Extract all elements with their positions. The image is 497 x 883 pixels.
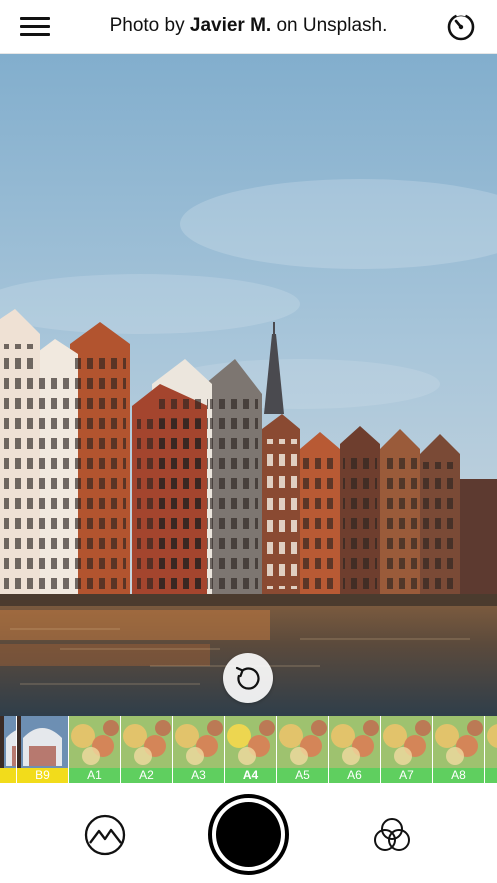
title-suffix: on Unsplash. [276, 15, 388, 36]
filter-label [485, 768, 497, 783]
filter-strip[interactable]: B9 A1 A2 A3 A4 A5 A6 A7 A8 [0, 716, 497, 783]
filter-label: A6 [329, 768, 380, 783]
filter-label: A4 [225, 768, 276, 783]
color-circles-icon[interactable] [371, 814, 413, 856]
filter-label: B9 [17, 768, 68, 783]
shutter-button[interactable] [208, 794, 289, 875]
filter-a3[interactable]: A3 [173, 716, 225, 783]
filter-thumbnail [17, 716, 68, 768]
filter-thumbnail [173, 716, 224, 768]
filter-thumbnail [225, 716, 276, 768]
filter-partial[interactable] [485, 716, 497, 783]
photo-credit-title: Photo by Javier M. on Unsplash. [70, 15, 427, 37]
filter-thumbnail [277, 716, 328, 768]
timer-icon[interactable] [445, 10, 477, 42]
filter-b9[interactable]: B9 [17, 716, 69, 783]
filter-thumbnail [433, 716, 484, 768]
title-prefix: Photo by [109, 15, 185, 36]
photo-preview[interactable] [0, 54, 497, 716]
filter-a6[interactable]: A6 [329, 716, 381, 783]
filter-label: A5 [277, 768, 328, 783]
top-bar: Photo by Javier M. on Unsplash. [0, 0, 497, 54]
filter-thumbnail [485, 716, 497, 768]
filter-label [0, 768, 16, 783]
filter-thumbnail [0, 716, 16, 768]
filter-a8[interactable]: A8 [433, 716, 485, 783]
shutter-inner [216, 802, 281, 867]
bottom-toolbar [0, 783, 497, 883]
filter-label: A1 [69, 768, 120, 783]
filter-label: A3 [173, 768, 224, 783]
filter-thumbnail [381, 716, 432, 768]
filter-a4[interactable]: A4 [225, 716, 277, 783]
rotate-button[interactable] [223, 653, 273, 703]
filter-thumbnail [121, 716, 172, 768]
filter-a5[interactable]: A5 [277, 716, 329, 783]
filter-a1[interactable]: A1 [69, 716, 121, 783]
filter-partial[interactable] [0, 716, 17, 783]
filter-a7[interactable]: A7 [381, 716, 433, 783]
filter-thumbnail [69, 716, 120, 768]
rotate-icon [235, 666, 260, 690]
filter-thumbnail [329, 716, 380, 768]
title-author[interactable]: Javier M. [190, 15, 271, 36]
filter-a2[interactable]: A2 [121, 716, 173, 783]
filter-label: A7 [381, 768, 432, 783]
filter-label: A8 [433, 768, 484, 783]
filter-label: A2 [121, 768, 172, 783]
hamburger-menu-icon[interactable] [20, 15, 50, 39]
mountain-gallery-icon[interactable] [84, 814, 126, 856]
